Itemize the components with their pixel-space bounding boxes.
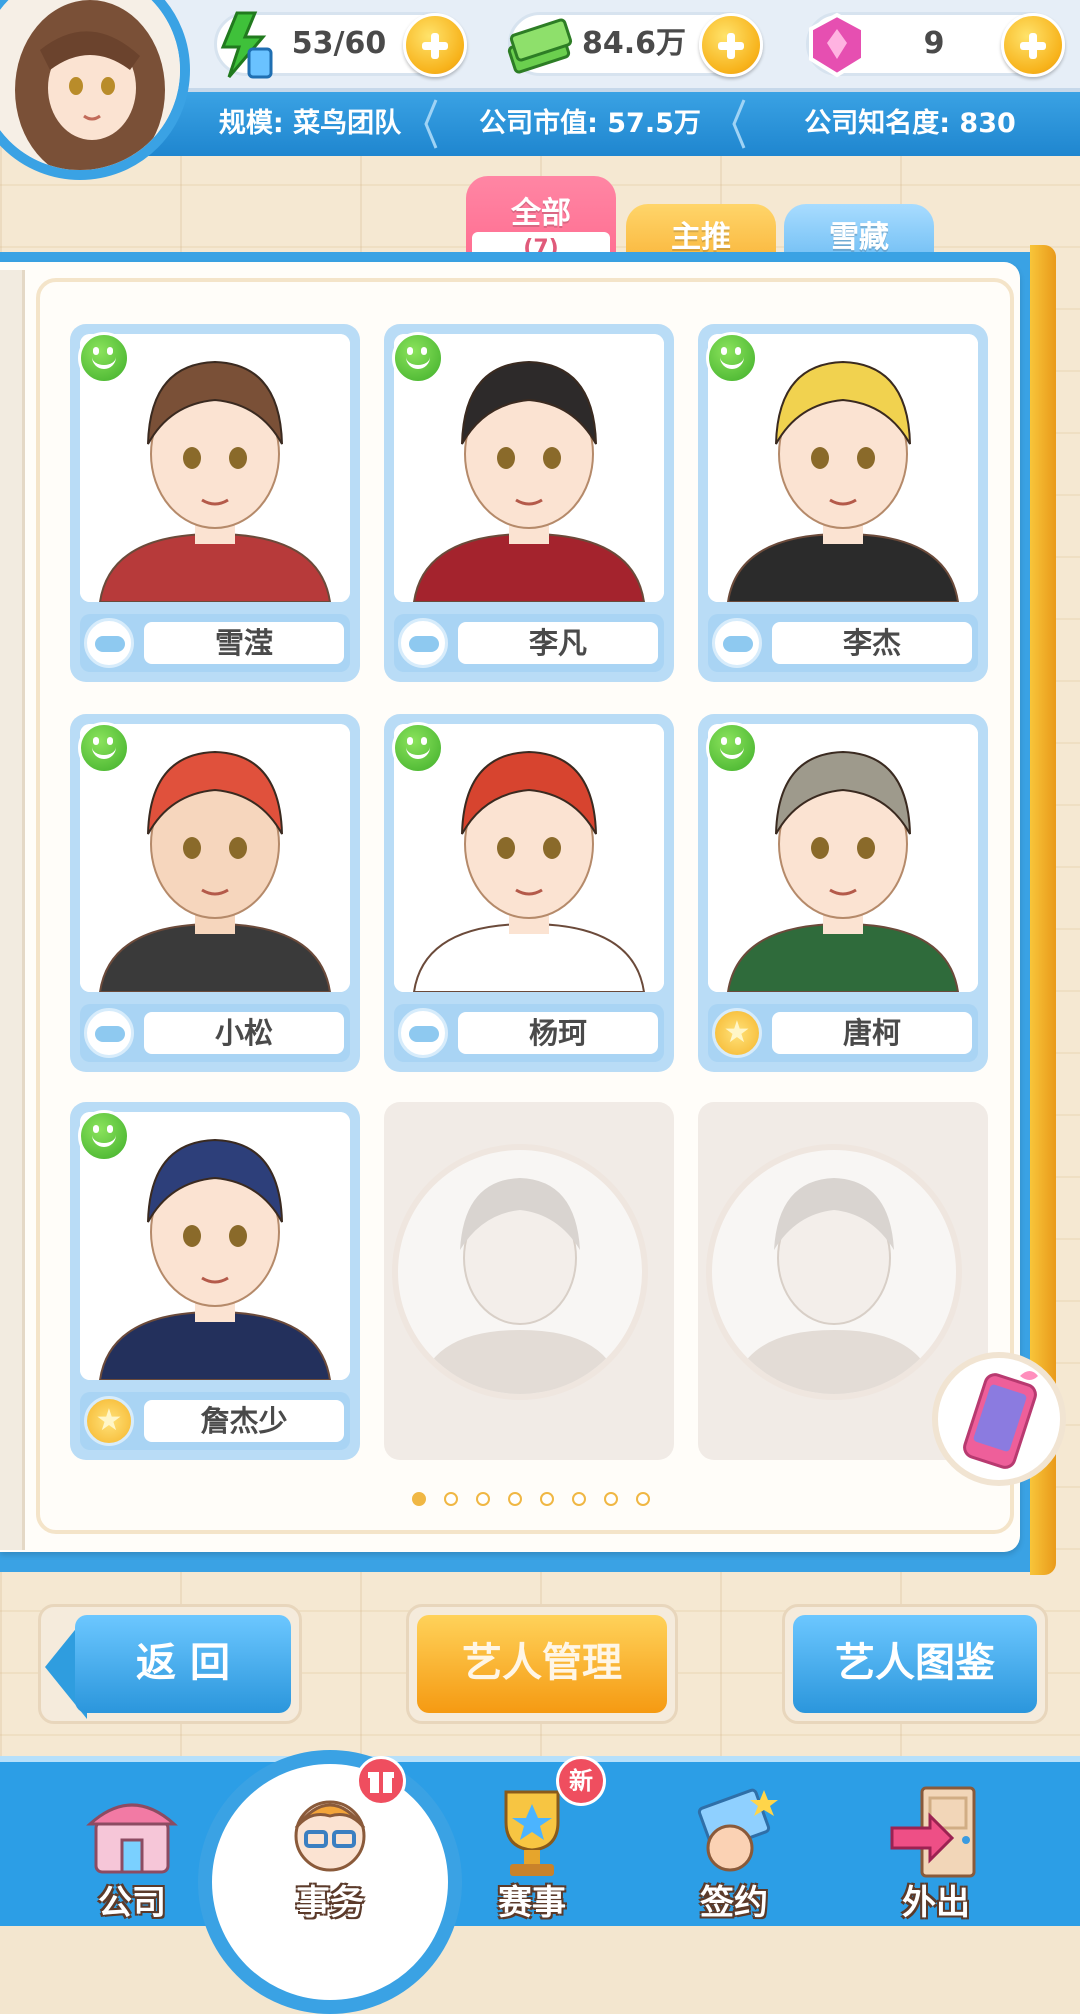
add-gem-button[interactable] <box>1001 13 1065 77</box>
page-dot[interactable] <box>636 1492 650 1506</box>
money-value: 84.6万 <box>581 26 687 61</box>
locked-artist-card[interactable] <box>384 1102 674 1460</box>
tab-shelved-label: 雪藏 <box>829 220 889 255</box>
artist-name: 詹杰少 <box>144 1400 344 1442</box>
cloud-attribute-icon <box>712 618 762 668</box>
pink-phone-icon <box>963 1371 1038 1469</box>
resource-strip: 53/60 84.6万 9 <box>150 0 1080 92</box>
locked-artist-silhouette <box>706 1144 962 1400</box>
artist-card[interactable]: 李凡 <box>384 324 674 682</box>
nav-item-sign[interactable]: 签约 <box>644 1762 824 1926</box>
gem-value: 9 <box>923 26 945 61</box>
mood-happy-icon <box>78 722 130 774</box>
company-scale: 规模: 菜鸟团队 <box>218 108 402 139</box>
company-fame: 公司知名度: 830 <box>804 108 1016 139</box>
artist-namebar: 詹杰少 <box>80 1392 350 1450</box>
cash-stack-icon <box>507 18 573 74</box>
separator-chevron-icon <box>424 99 438 149</box>
page-dot[interactable] <box>508 1492 522 1506</box>
tab-all-label: 全部 <box>511 196 571 231</box>
artist-manage-button[interactable]: 艺人管理 <box>406 1604 678 1724</box>
mood-happy-icon <box>706 722 758 774</box>
page-dot[interactable] <box>476 1492 490 1506</box>
artist-album-label: 艺人图鉴 <box>793 1615 1037 1713</box>
artist-card[interactable]: 李杰 <box>698 324 988 682</box>
star-attribute-icon <box>84 1396 134 1446</box>
energy-counter: 53/60 <box>214 11 467 79</box>
nav-label-outing: 外出 <box>902 1883 970 1923</box>
company-info-strip: 规模: 菜鸟团队 公司市值: 57.5万 公司知名度: 830 <box>140 92 1080 156</box>
page-indicator <box>412 1492 650 1506</box>
nav-label-events: 赛事 <box>498 1883 566 1923</box>
player-avatar-portrait <box>0 0 180 170</box>
artist-name: 杨珂 <box>458 1012 658 1054</box>
company-building-icon <box>86 1803 178 1874</box>
page-dot[interactable] <box>540 1492 554 1506</box>
artist-name: 小松 <box>144 1012 344 1054</box>
cloud-attribute-icon <box>398 618 448 668</box>
nav-item-events[interactable]: 赛事 新 <box>442 1756 622 1926</box>
page-dot[interactable] <box>444 1492 458 1506</box>
artist-name: 李凡 <box>458 622 658 664</box>
back-button-label: 返 回 <box>75 1615 291 1713</box>
artist-card[interactable]: 雪滢 <box>70 324 360 682</box>
artist-card[interactable]: 小松 <box>70 714 360 1072</box>
gift-badge-icon <box>356 1756 406 1806</box>
energy-value: 53/60 <box>291 26 387 61</box>
top-bar: 53/60 84.6万 9 规模: 菜鸟团队 公司市值: 57.5万 公司知名度… <box>0 0 1080 190</box>
page-dot[interactable] <box>572 1492 586 1506</box>
nav-label-affairs: 事务 <box>296 1883 364 1923</box>
door-exit-icon <box>890 1786 976 1878</box>
new-badge: 新 <box>556 1756 606 1806</box>
page-dot[interactable] <box>412 1492 426 1506</box>
artist-namebar: 杨珂 <box>394 1004 664 1062</box>
artist-namebar: 李凡 <box>394 614 664 672</box>
mood-happy-icon <box>78 1110 130 1162</box>
artist-namebar: 李杰 <box>708 614 978 672</box>
artist-card[interactable]: 詹杰少 <box>70 1102 360 1460</box>
nav-item-company[interactable]: 公司 <box>42 1762 222 1926</box>
back-button[interactable]: 返 回 <box>38 1604 302 1724</box>
nav-label-sign: 签约 <box>700 1883 768 1923</box>
artist-card[interactable]: 唐柯 <box>698 714 988 1072</box>
artist-namebar: 唐柯 <box>708 1004 978 1062</box>
artist-namebar: 小松 <box>80 1004 350 1062</box>
add-money-button[interactable] <box>699 13 763 77</box>
locked-artist-silhouette <box>392 1144 648 1400</box>
book-spine <box>0 270 25 1550</box>
artist-card[interactable]: 杨珂 <box>384 714 674 1072</box>
mood-happy-icon <box>706 332 758 384</box>
energy-hourglass-icon <box>220 11 273 79</box>
artist-album-button[interactable]: 艺人图鉴 <box>782 1604 1048 1724</box>
nav-item-affairs[interactable]: 事务 <box>240 1756 420 1926</box>
nav-item-outing[interactable]: 外出 <box>846 1762 1026 1926</box>
gem-counter: 9 <box>806 12 1065 78</box>
artist-name: 李杰 <box>772 622 972 664</box>
cloud-attribute-icon <box>84 618 134 668</box>
artist-name: 唐柯 <box>772 1012 972 1054</box>
money-counter: 84.6万 <box>507 12 763 77</box>
mood-happy-icon <box>392 722 444 774</box>
mood-happy-icon <box>392 332 444 384</box>
cloud-attribute-icon <box>84 1008 134 1058</box>
artist-namebar: 雪滢 <box>80 614 350 672</box>
nav-label-company: 公司 <box>98 1883 166 1923</box>
add-energy-button[interactable] <box>403 13 467 77</box>
contract-fist-icon <box>697 1788 778 1872</box>
artist-name: 雪滢 <box>144 622 344 664</box>
mood-happy-icon <box>78 332 130 384</box>
pink-gem-icon <box>809 12 865 78</box>
cloud-attribute-icon <box>398 1008 448 1058</box>
artist-manage-label: 艺人管理 <box>417 1615 667 1713</box>
separator-chevron-icon <box>732 99 746 149</box>
phone-button[interactable] <box>932 1352 1066 1486</box>
star-attribute-icon <box>712 1008 762 1058</box>
page-dot[interactable] <box>604 1492 618 1506</box>
company-market-value: 公司市值: 57.5万 <box>479 108 701 139</box>
tab-main-push-label: 主推 <box>671 220 731 255</box>
